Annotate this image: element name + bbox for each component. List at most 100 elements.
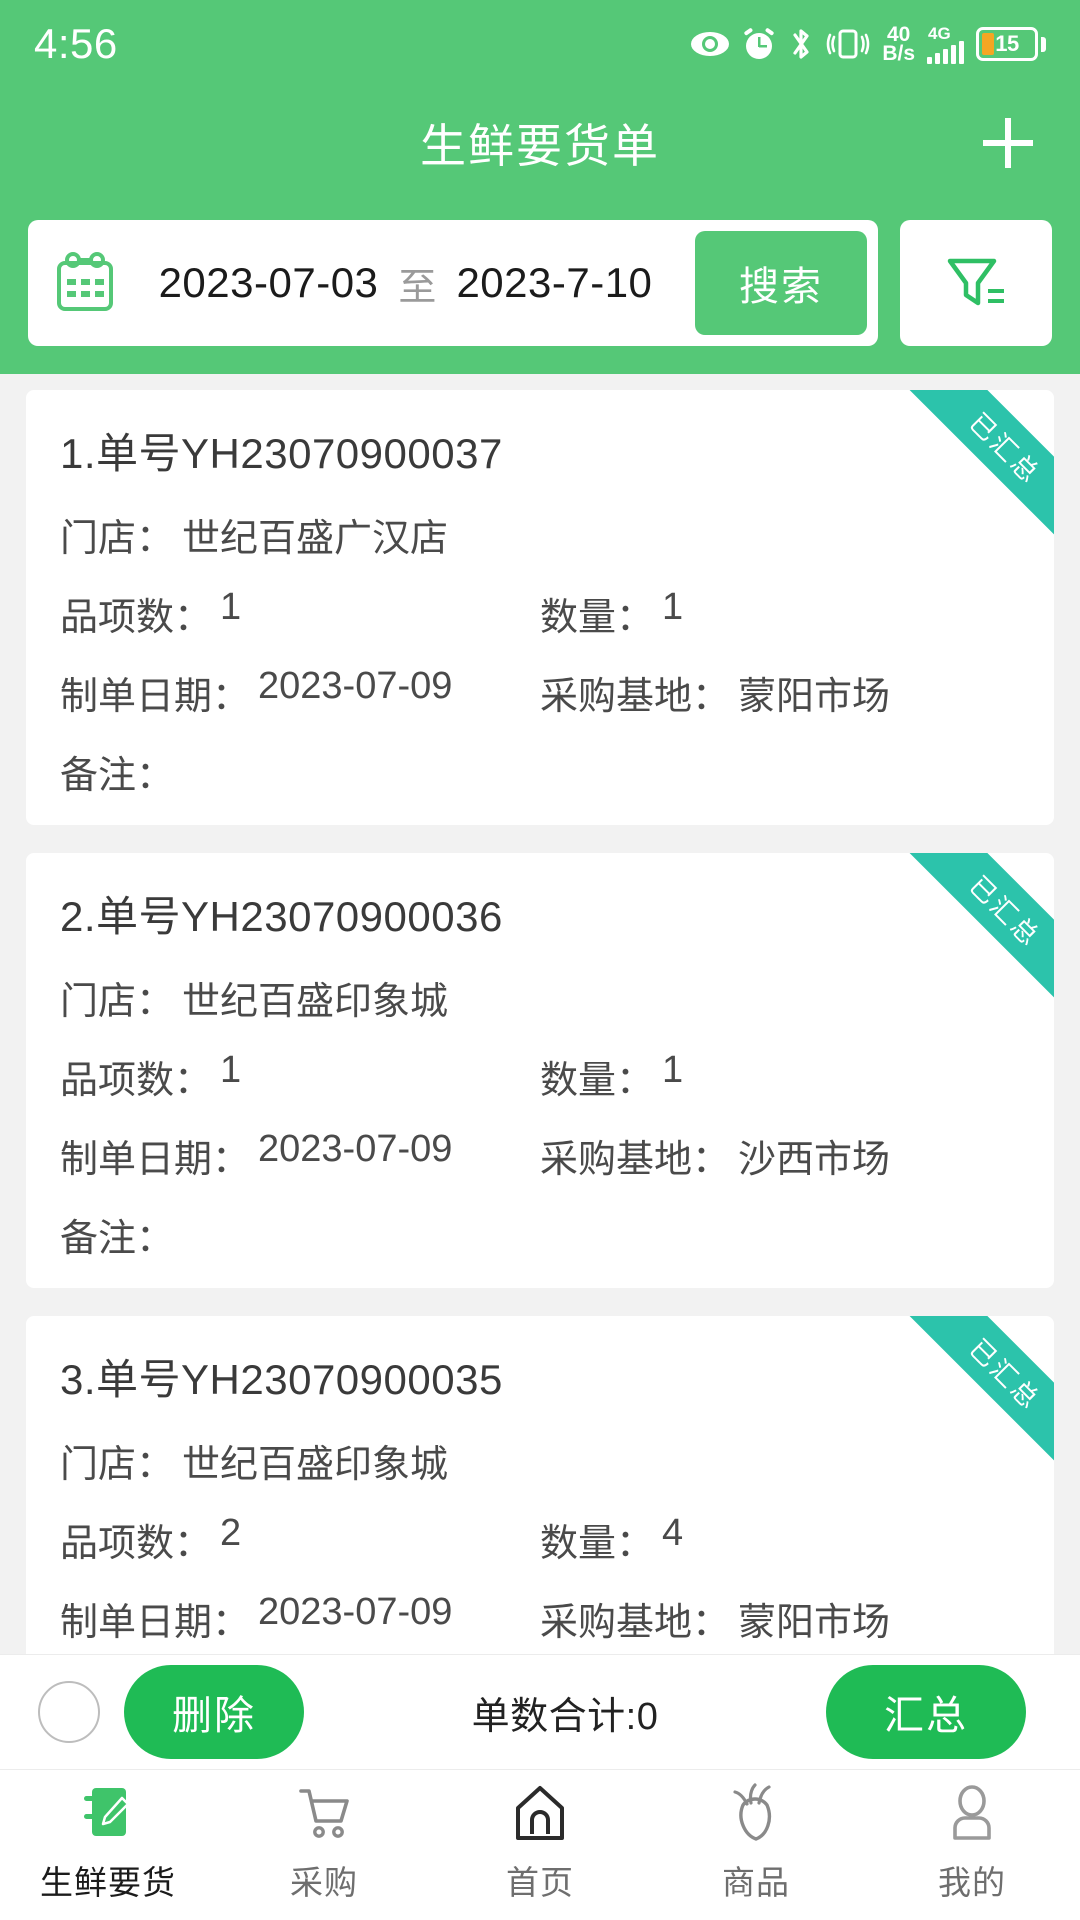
shopping-cart-icon xyxy=(295,1782,353,1846)
date-from-input[interactable]: 2023-07-03 xyxy=(159,259,379,307)
order-store-row: 门店： 世纪百盛印象城 xyxy=(60,1433,1020,1488)
bottom-navigation: 生鲜要货 采购 首页 商品 我的 xyxy=(0,1770,1080,1920)
item-count-label: 品项数： xyxy=(60,1060,213,1102)
vibrate-icon xyxy=(826,27,870,61)
quantity-value: 1 xyxy=(662,586,684,628)
item-count-value: 1 xyxy=(220,586,242,628)
network-speed: 40 B/s xyxy=(882,24,915,65)
purchase-base-label: 采购基地： xyxy=(540,676,731,718)
status-icons: 40 B/s 4G 15 xyxy=(690,24,1046,65)
tab-label: 生鲜要货 xyxy=(40,1864,176,1901)
tab-purchase[interactable]: 采购 xyxy=(216,1782,432,1904)
app-header: 4:56 40 B/s 4G 15 生鲜要货单 2023-07-03 至 202… xyxy=(0,0,1080,374)
status-bar: 4:56 40 B/s 4G 15 xyxy=(0,0,1080,88)
order-counts-row: 品项数： 1 数量： 1 xyxy=(60,1049,1020,1104)
quantity-label: 数量： xyxy=(540,1523,655,1565)
battery-level-label: 15 xyxy=(995,31,1019,56)
date-range-separator: 至 xyxy=(398,266,437,309)
order-number: 3.单号YH23070900035 xyxy=(60,1356,503,1403)
network-speed-unit: B/s xyxy=(882,42,915,65)
battery-icon: 15 xyxy=(976,27,1046,61)
purchase-base-label: 采购基地： xyxy=(540,1139,731,1181)
store-label: 门店： xyxy=(60,518,175,560)
order-date-label: 制单日期： xyxy=(60,1139,251,1181)
tab-mine[interactable]: 我的 xyxy=(864,1782,1080,1904)
store-label: 门店： xyxy=(60,981,175,1023)
radish-icon xyxy=(727,1782,785,1846)
order-remark-row: 备注： xyxy=(60,1207,1020,1262)
store-value: 世纪百盛印象城 xyxy=(182,1444,449,1486)
search-row: 2023-07-03 至 2023-7-10 搜索 xyxy=(0,198,1080,374)
plus-icon xyxy=(977,112,1039,174)
date-range-fields: 2023-07-03 至 2023-7-10 xyxy=(116,256,695,311)
purchase-base-label: 采购基地： xyxy=(540,1602,731,1644)
store-label: 门店： xyxy=(60,1444,175,1486)
person-icon xyxy=(945,1782,999,1846)
bluetooth-icon xyxy=(788,26,814,62)
order-store-row: 门店： 世纪百盛广汉店 xyxy=(60,507,1020,562)
order-total-label: 单数合计:0 xyxy=(471,1695,659,1738)
network-type-label: 4G xyxy=(928,23,951,43)
purchase-base-value: 沙西市场 xyxy=(738,1139,891,1181)
tab-goods[interactable]: 商品 xyxy=(648,1782,864,1904)
calendar-icon[interactable] xyxy=(54,251,116,315)
order-number: 1.单号YH23070900037 xyxy=(60,430,503,477)
delete-button[interactable]: 删除 xyxy=(124,1665,304,1759)
remark-label: 备注： xyxy=(60,1218,175,1260)
item-count-value: 1 xyxy=(220,1049,242,1091)
signal-bars xyxy=(927,40,964,64)
order-counts-row: 品项数： 2 数量： 4 xyxy=(60,1512,1020,1567)
order-date-label: 制单日期： xyxy=(60,1602,251,1644)
item-count-label: 品项数： xyxy=(60,597,213,639)
order-date-value: 2023-07-09 xyxy=(258,665,453,707)
order-card[interactable]: 已汇总 1.单号YH23070900037 门店： 世纪百盛广汉店 品项数： 1… xyxy=(26,390,1054,825)
purchase-base-value: 蒙阳市场 xyxy=(738,1602,891,1644)
store-value: 世纪百盛广汉店 xyxy=(182,518,449,560)
order-date-row: 制单日期： 2023-07-09 采购基地： 沙西市场 xyxy=(60,1128,1020,1183)
tab-fresh-order[interactable]: 生鲜要货 xyxy=(0,1782,216,1904)
order-date-value: 2023-07-09 xyxy=(258,1128,453,1170)
order-card[interactable]: 已汇总 3.单号YH23070900035 门店： 世纪百盛印象城 品项数： 2… xyxy=(26,1316,1054,1654)
quantity-label: 数量： xyxy=(540,1060,655,1102)
tab-label: 我的 xyxy=(938,1864,1006,1901)
tab-label: 采购 xyxy=(290,1864,358,1901)
status-clock: 4:56 xyxy=(34,20,118,67)
date-range-search-box: 2023-07-03 至 2023-7-10 搜索 xyxy=(28,220,878,346)
signal-icon: 4G xyxy=(927,25,964,64)
quantity-value: 1 xyxy=(662,1049,684,1091)
order-store-row: 门店： 世纪百盛印象城 xyxy=(60,970,1020,1025)
item-count-label: 品项数： xyxy=(60,1523,213,1565)
search-button[interactable]: 搜索 xyxy=(695,231,867,335)
quantity-value: 4 xyxy=(662,1512,684,1554)
select-all-checkbox[interactable] xyxy=(38,1681,100,1743)
order-counts-row: 品项数： 1 数量： 1 xyxy=(60,586,1020,641)
tab-label: 商品 xyxy=(722,1864,790,1901)
item-count-value: 2 xyxy=(220,1512,242,1554)
order-date-value: 2023-07-09 xyxy=(258,1591,453,1633)
order-list[interactable]: 已汇总 1.单号YH23070900037 门店： 世纪百盛广汉店 品项数： 1… xyxy=(0,374,1080,1654)
order-date-row: 制单日期： 2023-07-09 采购基地： 蒙阳市场 xyxy=(60,1591,1020,1646)
quantity-label: 数量： xyxy=(540,597,655,639)
store-value: 世纪百盛印象城 xyxy=(182,981,449,1023)
date-to-input[interactable]: 2023-7-10 xyxy=(456,259,652,307)
order-remark-row: 备注： xyxy=(60,744,1020,799)
purchase-base-value: 蒙阳市场 xyxy=(738,676,891,718)
home-icon xyxy=(512,1782,568,1846)
tab-home[interactable]: 首页 xyxy=(432,1782,648,1904)
filter-icon xyxy=(940,245,1012,322)
remark-label: 备注： xyxy=(60,755,175,797)
filter-button[interactable] xyxy=(900,220,1052,346)
add-order-button[interactable] xyxy=(968,103,1048,183)
page-title: 生鲜要货单 xyxy=(420,120,660,172)
order-date-row: 制单日期： 2023-07-09 采购基地： 蒙阳市场 xyxy=(60,665,1020,720)
tab-label: 首页 xyxy=(506,1864,574,1901)
order-date-label: 制单日期： xyxy=(60,676,251,718)
app-screen: 4:56 40 B/s 4G 15 生鲜要货单 2023-07-03 至 202… xyxy=(0,0,1080,1920)
summary-button[interactable]: 汇总 xyxy=(826,1665,1026,1759)
order-card[interactable]: 已汇总 2.单号YH23070900036 门店： 世纪百盛印象城 品项数： 1… xyxy=(26,853,1054,1288)
alarm-clock-icon xyxy=(742,27,776,61)
order-number: 2.单号YH23070900036 xyxy=(60,893,503,940)
bulk-action-bar: 删除 单数合计:0 汇总 xyxy=(0,1654,1080,1770)
notepad-pencil-icon xyxy=(80,1782,136,1846)
title-bar: 生鲜要货单 xyxy=(0,88,1080,198)
